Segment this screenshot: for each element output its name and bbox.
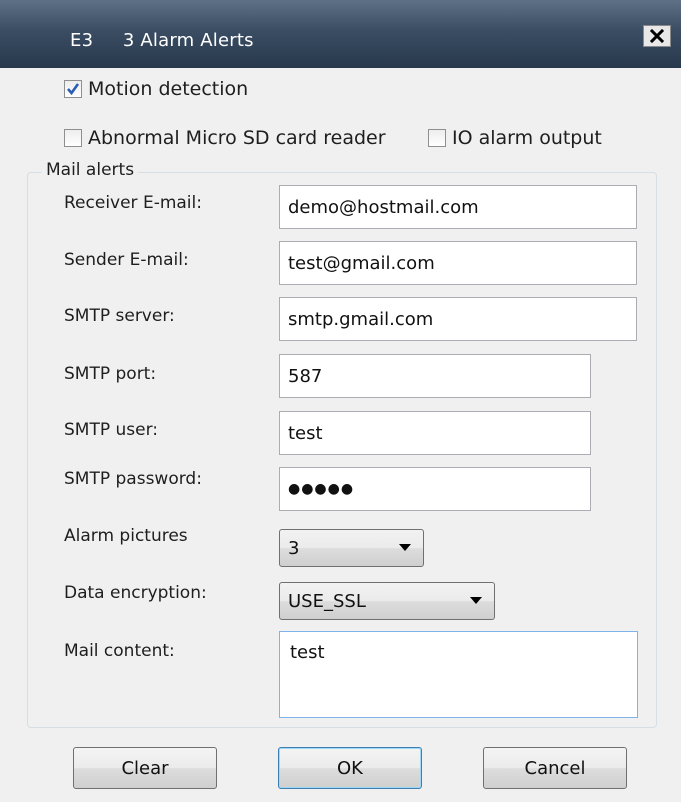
smtp-user-value: test: [288, 422, 323, 444]
io-alarm-checkbox[interactable]: IO alarm output: [428, 127, 602, 149]
alarm-pictures-label: Alarm pictures: [64, 526, 188, 546]
smtp-server-label: SMTP server:: [64, 306, 175, 326]
abnormal-sd-label: Abnormal Micro SD card reader: [88, 127, 386, 149]
close-button[interactable]: [643, 25, 671, 47]
smtp-port-value: 587: [288, 365, 323, 387]
mail-alerts-legend: Mail alerts: [42, 160, 139, 180]
abnormal-sd-checkbox[interactable]: Abnormal Micro SD card reader: [64, 127, 386, 149]
chevron-down-icon: [470, 597, 482, 604]
receiver-email-field[interactable]: demo@hostmail.com: [279, 185, 637, 229]
alarm-alerts-dialog: E3 3 Alarm Alerts Motion detection Abnor…: [0, 0, 681, 802]
mail-content-label: Mail content:: [64, 641, 175, 661]
window-title: E3 3 Alarm Alerts: [70, 30, 254, 51]
motion-detection-checkbox[interactable]: Motion detection: [64, 78, 248, 100]
sender-email-field[interactable]: test@gmail.com: [279, 241, 637, 285]
checkbox-box[interactable]: [428, 129, 446, 147]
alarm-pictures-select[interactable]: 3: [279, 529, 424, 567]
smtp-port-field[interactable]: 587: [279, 354, 591, 398]
sender-email-value: test@gmail.com: [288, 252, 435, 274]
chevron-down-icon: [399, 544, 411, 551]
motion-detection-label: Motion detection: [88, 78, 249, 100]
smtp-server-field[interactable]: smtp.gmail.com: [279, 297, 637, 341]
alarm-pictures-value: 3: [288, 537, 300, 559]
clear-button-label: Clear: [121, 757, 169, 779]
receiver-email-value: demo@hostmail.com: [288, 196, 479, 218]
checkmark-icon: [67, 83, 80, 96]
title-bar[interactable]: E3 3 Alarm Alerts: [0, 0, 681, 68]
smtp-password-field[interactable]: ●●●●●: [279, 467, 591, 511]
smtp-server-value: smtp.gmail.com: [288, 308, 434, 330]
data-encryption-value: USE_SSL: [288, 590, 366, 612]
smtp-password-value: ●●●●●: [288, 481, 355, 497]
smtp-user-field[interactable]: test: [279, 411, 591, 455]
checkbox-box[interactable]: [64, 80, 82, 98]
mail-content-value: test: [290, 642, 325, 663]
smtp-port-label: SMTP port:: [64, 364, 157, 384]
smtp-user-label: SMTP user:: [64, 420, 159, 440]
ok-button[interactable]: OK: [278, 747, 422, 789]
cancel-button[interactable]: Cancel: [483, 747, 627, 789]
io-alarm-label: IO alarm output: [452, 127, 602, 149]
data-encryption-label: Data encryption:: [64, 583, 207, 603]
close-icon: [650, 29, 664, 43]
receiver-email-label: Receiver E-mail:: [64, 193, 202, 213]
clear-button[interactable]: Clear: [73, 747, 217, 789]
sender-email-label: Sender E-mail:: [64, 250, 189, 270]
smtp-password-label: SMTP password:: [64, 469, 202, 489]
mail-content-textarea[interactable]: test: [279, 631, 638, 718]
checkbox-box[interactable]: [64, 129, 82, 147]
cancel-button-label: Cancel: [524, 757, 586, 779]
data-encryption-select[interactable]: USE_SSL: [279, 582, 495, 620]
ok-button-label: OK: [337, 757, 363, 779]
